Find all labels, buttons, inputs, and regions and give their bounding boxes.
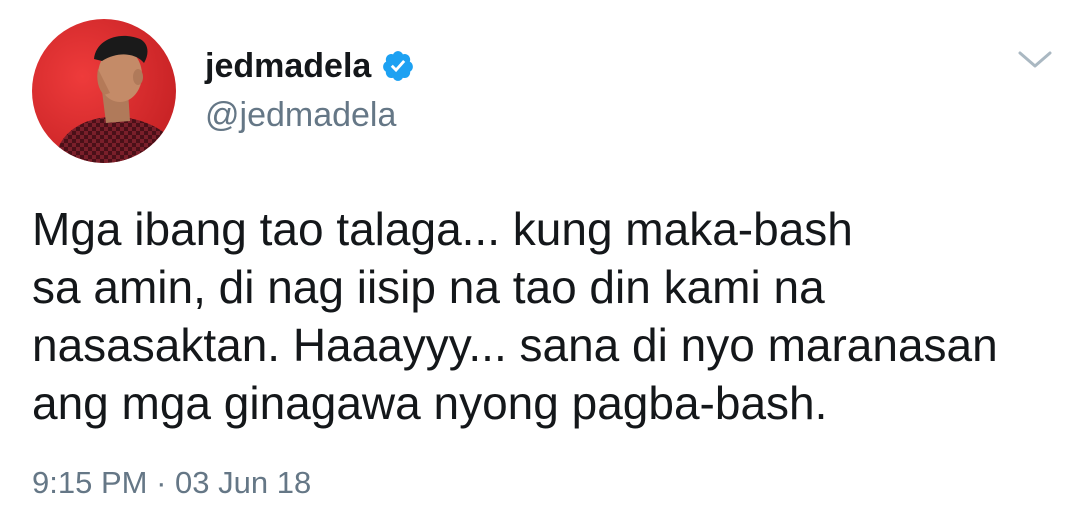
tweet-text-line: sa amin, di nag iisip na tao din kami na: [32, 261, 825, 313]
verified-badge-icon: [381, 49, 415, 83]
chevron-down-icon[interactable]: [1016, 47, 1054, 73]
avatar[interactable]: [32, 19, 176, 163]
tweet-date: 03 Jun 18: [175, 465, 312, 500]
tweet-time: 9:15 PM: [32, 465, 148, 500]
tweet-text-line: ang mga ginagawa nyong pagba-bash.: [32, 377, 828, 429]
tweet-text-line: nasasaktan. Haaayyy... sana di nyo maran…: [32, 319, 998, 371]
author-display-name[interactable]: jedmadela: [205, 46, 371, 86]
tweet-text: Mga ibang tao talaga... kung maka-bash s…: [32, 200, 1052, 432]
tweet-text-line: Mga ibang tao talaga... kung maka-bash: [32, 203, 853, 255]
tweet-timestamp[interactable]: 9:15 PM · 03 Jun 18: [32, 463, 311, 503]
author-handle[interactable]: @jedmadela: [205, 95, 396, 135]
tweet-card: jedmadela @jedmadela Mga ibang tao talag…: [0, 0, 1080, 526]
avatar-image: [32, 19, 176, 163]
author-display-name-row[interactable]: jedmadela: [205, 46, 415, 86]
meta-separator: ·: [156, 465, 167, 500]
